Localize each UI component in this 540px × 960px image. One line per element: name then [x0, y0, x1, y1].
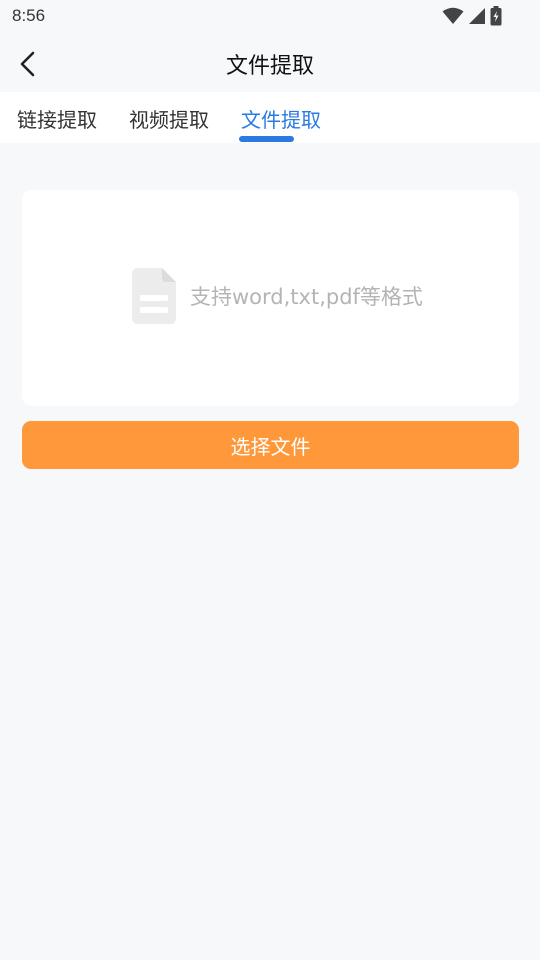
upload-placeholder: 支持word,txt,pdf等格式 [132, 268, 423, 324]
signal-icon [469, 8, 485, 24]
document-icon [132, 268, 176, 324]
tab-file-extract[interactable]: 文件提取 [241, 104, 321, 133]
tab-video-extract[interactable]: 视频提取 [129, 104, 209, 133]
tab-link-extract[interactable]: 链接提取 [17, 104, 97, 133]
header: 文件提取 [0, 34, 540, 92]
select-file-button[interactable]: 选择文件 [22, 421, 519, 469]
active-tab-indicator [239, 136, 294, 142]
upload-format-hint: 支持word,txt,pdf等格式 [190, 285, 423, 309]
tab-bar: 链接提取 视频提取 文件提取 [0, 92, 540, 143]
status-icons [442, 6, 502, 26]
status-bar: 8:56 [0, 0, 540, 34]
wifi-icon [442, 7, 464, 24]
battery-charging-icon [490, 6, 502, 26]
status-time: 8:56 [12, 6, 46, 25]
page-title: 文件提取 [225, 54, 314, 79]
upload-area[interactable]: 支持word,txt,pdf等格式 [22, 190, 519, 406]
